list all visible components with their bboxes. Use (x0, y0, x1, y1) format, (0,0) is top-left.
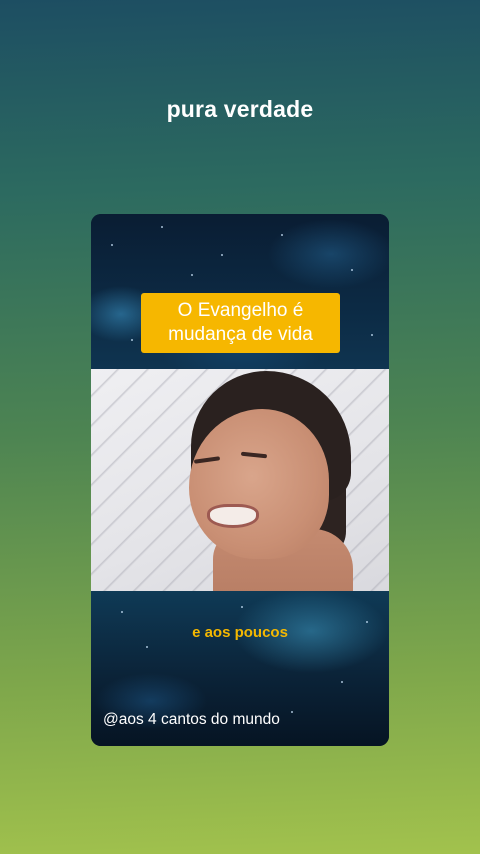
video-title-box: O Evangelho é mudança de vida (141, 293, 340, 353)
video-title-line: O Evangelho é (177, 300, 304, 321)
video-subtitle: e aos poucos (192, 624, 288, 641)
video-player[interactable]: O Evangelho é mudança de vida e aos pouc… (91, 214, 389, 746)
post-caption: pura verdade (166, 96, 314, 122)
person-face (189, 409, 329, 559)
person-mouth (207, 504, 259, 528)
video-watermark: @aos 4 cantos do mundo (103, 711, 280, 728)
video-title-line: mudança de vida (168, 324, 313, 345)
video-frame (91, 369, 389, 591)
